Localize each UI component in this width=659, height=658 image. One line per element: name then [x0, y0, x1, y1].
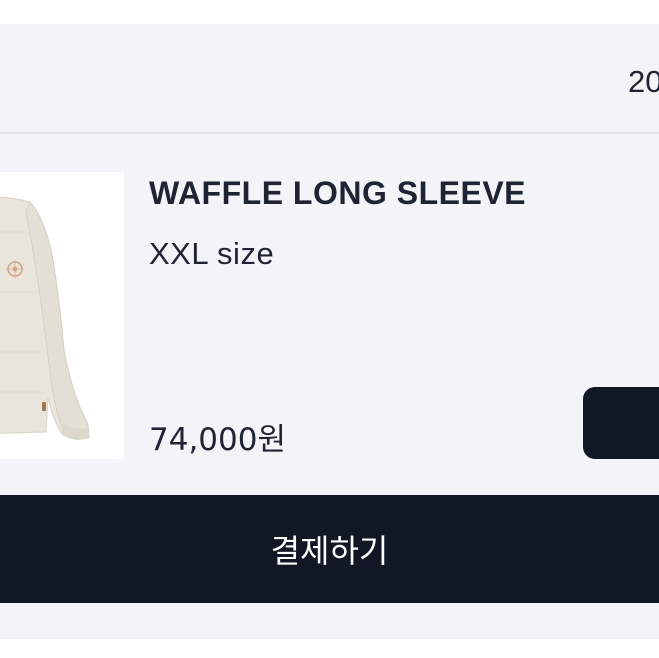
sweater-thumbnail-icon — [0, 172, 124, 459]
order-card: 20 WAFFLE LONG SLEEVE XXL size 74,000원 결… — [0, 24, 659, 639]
order-date: 20 — [628, 64, 659, 99]
pay-button[interactable]: 결제하기 — [0, 495, 659, 603]
order-page: 20 WAFFLE LONG SLEEVE XXL size 74,000원 결… — [0, 0, 659, 658]
header-divider — [0, 132, 659, 134]
order-header: 20 — [0, 24, 659, 132]
pay-button-label: 결제하기 — [270, 532, 389, 570]
side-action-button[interactable] — [583, 387, 659, 459]
product-name: WAFFLE LONG SLEEVE — [149, 175, 527, 211]
product-price: 74,000원 — [149, 422, 286, 458]
product-option: XXL size — [149, 236, 275, 271]
product-thumbnail[interactable] — [0, 172, 124, 459]
